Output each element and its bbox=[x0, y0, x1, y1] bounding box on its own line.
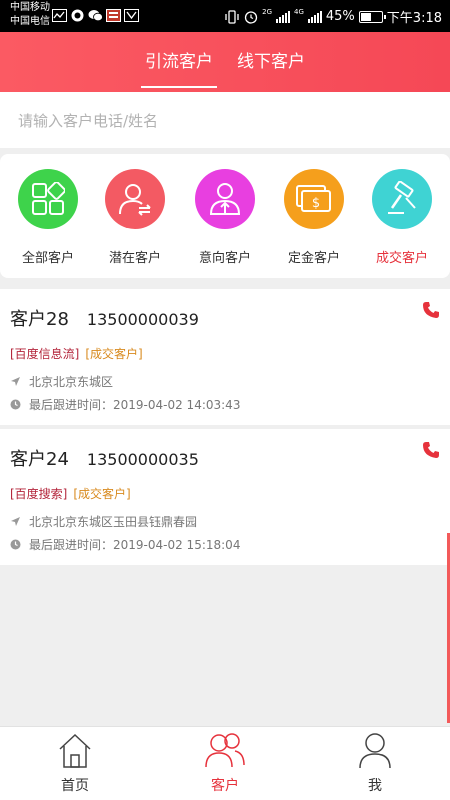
customer-header: 客户28 13500000039 bbox=[10, 305, 199, 331]
category-potential[interactable]: 潜在客户 bbox=[95, 169, 175, 266]
notification-icons bbox=[52, 9, 139, 22]
status-tag: [成交客户] bbox=[73, 487, 131, 501]
category-closed[interactable]: 成交客户 bbox=[362, 169, 442, 266]
customer-name: 客户28 bbox=[10, 309, 69, 330]
source-tag: [百度信息流] bbox=[10, 347, 80, 361]
nav-label: 我 bbox=[368, 778, 382, 794]
category-label: 定金客户 bbox=[287, 251, 340, 266]
nav-profile[interactable]: 我 bbox=[300, 727, 450, 800]
search-input[interactable] bbox=[18, 108, 428, 134]
battery-percent: 45% bbox=[325, 9, 355, 24]
header: 引流客户 线下客户 bbox=[0, 32, 450, 92]
follow-row: 最后跟进时间：2019-04-02 14:03:43 bbox=[10, 396, 240, 413]
location-row: 北京北京东城区玉田县钰鼎春园 bbox=[10, 513, 197, 530]
nav-customers[interactable]: 客户 bbox=[150, 727, 300, 800]
clock: 下午3:18 bbox=[386, 11, 442, 26]
clock-icon bbox=[10, 399, 21, 410]
customer-name: 客户24 bbox=[10, 449, 69, 470]
clock-icon bbox=[10, 539, 21, 550]
user-arrow-icon bbox=[195, 169, 255, 229]
category-panel: 全部客户 潜在客户 意向客户 $ 定金客户 成交客户 bbox=[0, 154, 450, 278]
grid-icon bbox=[18, 169, 78, 229]
category-label: 潜在客户 bbox=[108, 251, 161, 266]
location-row: 北京北京东城区 bbox=[10, 373, 113, 390]
category-deposit[interactable]: $ 定金客户 bbox=[274, 169, 354, 266]
network-type-2: 4G bbox=[294, 7, 304, 16]
system-status: 2G 4G 45% 下午3:18 bbox=[224, 7, 442, 26]
customer-tags: [百度搜索] [成交客户] bbox=[10, 485, 131, 502]
user-transfer-icon bbox=[105, 169, 165, 229]
status-tag: [成交客户] bbox=[85, 347, 143, 361]
tab-online-customers[interactable]: 引流客户 bbox=[141, 32, 217, 92]
tab-offline-customers[interactable]: 线下客户 bbox=[237, 32, 305, 92]
profile-icon bbox=[359, 733, 391, 769]
news-icon bbox=[106, 9, 121, 22]
battery-fill bbox=[360, 12, 371, 21]
wechat-icon bbox=[88, 10, 103, 22]
nav-label: 客户 bbox=[211, 778, 239, 794]
svg-text:$: $ bbox=[312, 196, 320, 211]
category-label: 意向客户 bbox=[198, 251, 251, 266]
money-cash-icon: $ bbox=[284, 169, 344, 229]
last-follow-time: 最后跟进时间：2019-04-02 14:03:43 bbox=[29, 398, 241, 412]
category-label: 全部客户 bbox=[21, 251, 74, 266]
gavel-icon bbox=[372, 169, 432, 229]
activity-icon bbox=[52, 9, 67, 22]
phone-icon[interactable] bbox=[422, 441, 440, 459]
customer-card[interactable]: 客户24 13500000035 [百度搜索] [成交客户] 北京北京东城区玉田… bbox=[0, 429, 450, 565]
search-bar bbox=[0, 92, 450, 148]
location-arrow-icon bbox=[11, 517, 20, 526]
status-bar: 中国移动 中国电信 2G 4G 45% 下午3:18 bbox=[0, 0, 450, 32]
carrier-2: 中国电信 bbox=[10, 16, 50, 27]
nav-home[interactable]: 首页 bbox=[0, 727, 150, 800]
app-icon bbox=[124, 9, 139, 22]
alarm-icon bbox=[244, 10, 258, 24]
home-icon bbox=[59, 733, 91, 768]
tab-bar: 引流客户 线下客户 bbox=[0, 32, 450, 92]
customer-phone: 13500000039 bbox=[86, 310, 199, 329]
category-label: 成交客户 bbox=[375, 251, 428, 266]
customer-tags: [百度信息流] [成交客户] bbox=[10, 345, 143, 362]
vibrate-icon bbox=[225, 9, 239, 24]
follow-row: 最后跟进时间：2019-04-02 15:18:04 bbox=[10, 536, 240, 553]
customer-header: 客户24 13500000035 bbox=[10, 445, 199, 471]
last-follow-time: 最后跟进时间：2019-04-02 15:18:04 bbox=[29, 538, 241, 552]
signal-icon-2 bbox=[307, 10, 322, 23]
customers-icon bbox=[205, 733, 245, 768]
customer-location: 北京北京东城区玉田县钰鼎春园 bbox=[29, 515, 198, 529]
source-tag: [百度搜索] bbox=[10, 487, 68, 501]
network-type-1: 2G bbox=[262, 7, 272, 16]
bottom-nav: 首页 客户 我 bbox=[0, 726, 450, 800]
category-intent[interactable]: 意向客户 bbox=[185, 169, 265, 266]
android-icon bbox=[71, 9, 84, 22]
customer-location: 北京北京东城区 bbox=[29, 375, 114, 389]
category-all[interactable]: 全部客户 bbox=[8, 169, 88, 266]
signal-icon-1 bbox=[276, 10, 290, 23]
battery-icon bbox=[358, 10, 386, 23]
nav-label: 首页 bbox=[61, 778, 89, 794]
phone-icon[interactable] bbox=[422, 301, 440, 319]
carrier-info: 中国移动 中国电信 bbox=[10, 1, 50, 29]
customer-phone: 13500000035 bbox=[86, 450, 199, 469]
customer-card[interactable]: 客户28 13500000039 [百度信息流] [成交客户] 北京北京东城区 … bbox=[0, 289, 450, 425]
location-arrow-icon bbox=[11, 377, 20, 386]
carrier-1: 中国移动 bbox=[10, 2, 50, 13]
